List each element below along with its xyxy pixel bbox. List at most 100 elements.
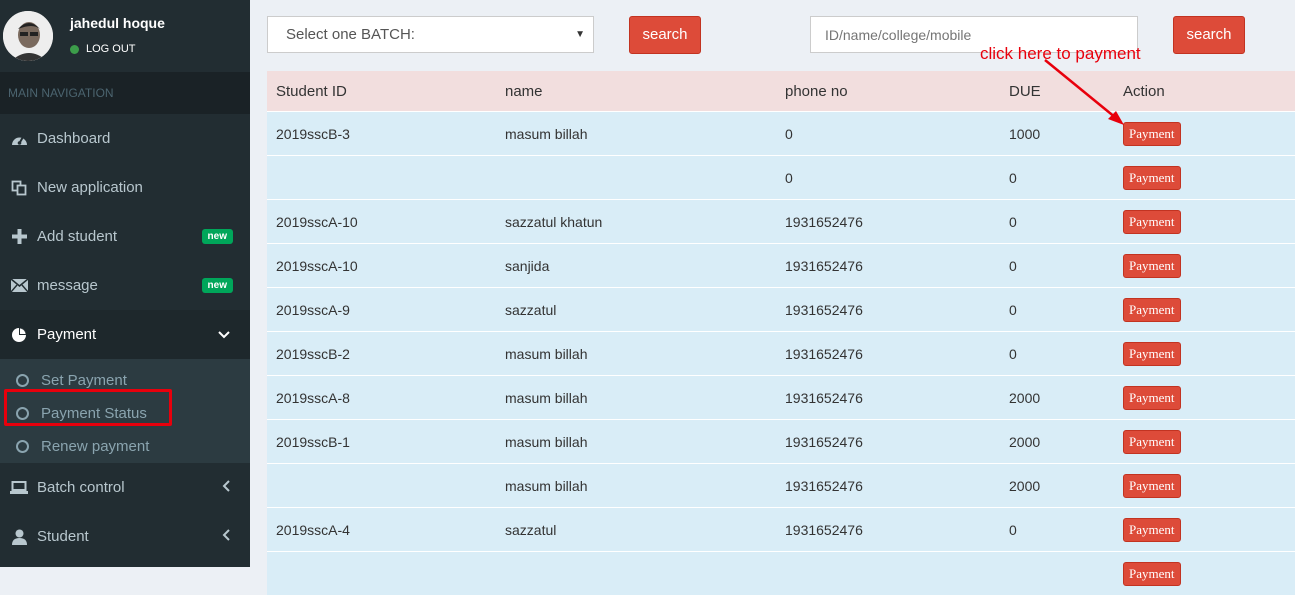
cell-name: sazzatul xyxy=(496,288,776,332)
new-badge: new xyxy=(202,229,233,244)
cell-name: sazzatul xyxy=(496,508,776,552)
dashboard-icon xyxy=(10,132,28,146)
circle-icon xyxy=(16,374,29,387)
batch-search-button[interactable]: search xyxy=(629,16,701,54)
table-row: 2019sscA-4sazzatul19316524760Payment xyxy=(267,508,1295,552)
cell-action: Payment xyxy=(1114,464,1295,508)
subitem-label: Renew payment xyxy=(41,438,149,455)
payment-button[interactable]: Payment xyxy=(1123,430,1181,454)
cell-action: Payment xyxy=(1114,112,1295,156)
sidebar-item-payment[interactable]: Payment xyxy=(0,310,250,359)
sidebar-item-label: message xyxy=(37,277,98,294)
table-row: masum billah19316524762000 Payment xyxy=(267,464,1295,508)
cell-action: Payment xyxy=(1114,332,1295,376)
students-table: Student ID name phone no DUE Action 2019… xyxy=(267,71,1295,595)
cell-action: Payment xyxy=(1114,552,1295,595)
cell-due: 1000 xyxy=(1000,112,1114,156)
cell-due: 2000 xyxy=(1000,376,1114,420)
cell-phone: 1931652476 xyxy=(776,508,1000,552)
cell-phone: 1931652476 xyxy=(776,464,1000,508)
cell-action: Payment xyxy=(1114,156,1295,200)
cell-name: masum billah xyxy=(496,112,776,156)
cell-name: masum billah xyxy=(496,420,776,464)
payment-button[interactable]: Payment xyxy=(1123,298,1181,322)
cell-phone: 1931652476 xyxy=(776,332,1000,376)
table-row: 00 Payment xyxy=(267,156,1295,200)
cell-action: Payment xyxy=(1114,288,1295,332)
cell-name: masum billah xyxy=(496,332,776,376)
payment-button[interactable]: Payment xyxy=(1123,210,1181,234)
sidebar-subitem-renew-payment[interactable]: Renew payment xyxy=(0,430,250,463)
cell-student-id: 2019sscA-8 xyxy=(267,376,496,420)
cell-student-id xyxy=(267,156,496,200)
cell-phone: 0 xyxy=(776,112,1000,156)
cell-name: sazzatul khatun xyxy=(496,200,776,244)
sidebar-item-label: New application xyxy=(37,179,143,196)
table-row: 2019sscB-3masum billah01000 Payment xyxy=(267,112,1295,156)
cell-student-id xyxy=(267,552,496,595)
table-row: 2019sscA-10sanjida19316524760Payment xyxy=(267,244,1295,288)
pie-chart-icon xyxy=(10,327,28,343)
sidebar: jahedul hoque LOG OUT MAIN NAVIGATION Da… xyxy=(0,0,250,567)
cell-student-id xyxy=(267,464,496,508)
online-status-icon xyxy=(70,45,79,54)
user-icon xyxy=(10,529,28,545)
cell-name: masum billah xyxy=(496,376,776,420)
chevron-down-icon xyxy=(218,327,230,342)
payment-button[interactable]: Payment xyxy=(1123,122,1181,146)
header-action: Action xyxy=(1114,71,1295,112)
table-row: 2019sscA-8masum billah19316524762000Paym… xyxy=(267,376,1295,420)
cell-phone xyxy=(776,552,1000,595)
payment-button[interactable]: Payment xyxy=(1123,386,1181,410)
sidebar-item-label: Payment xyxy=(37,326,96,343)
envelope-icon xyxy=(10,279,28,292)
cell-student-id: 2019sscA-9 xyxy=(267,288,496,332)
cell-action: Payment xyxy=(1114,508,1295,552)
sidebar-item-new-application[interactable]: New application xyxy=(0,163,250,212)
payment-button[interactable]: Payment xyxy=(1123,562,1181,586)
caret-down-icon: ▼ xyxy=(575,17,585,52)
sidebar-item-student[interactable]: Student xyxy=(0,512,250,561)
laptop-icon xyxy=(10,481,28,494)
payment-button[interactable]: Payment xyxy=(1123,342,1181,366)
table-row: 2019sscB-1masum billah19316524762000Paym… xyxy=(267,420,1295,464)
user-panel: jahedul hoque LOG OUT xyxy=(0,0,250,72)
sidebar-item-label: Add student xyxy=(37,228,117,245)
cell-phone: 1931652476 xyxy=(776,200,1000,244)
cell-due: 0 xyxy=(1000,200,1114,244)
sidebar-item-label: Dashboard xyxy=(37,130,110,147)
cell-student-id: 2019sscB-3 xyxy=(267,112,496,156)
circle-icon xyxy=(16,440,29,453)
table-row: 2019sscA-10sazzatul khatun19316524760 Pay… xyxy=(267,200,1295,244)
cell-phone: 0 xyxy=(776,156,1000,200)
subitem-label: Set Payment xyxy=(41,372,127,389)
payment-button[interactable]: Payment xyxy=(1123,474,1181,498)
cell-due: 2000 xyxy=(1000,464,1114,508)
cell-phone: 1931652476 xyxy=(776,288,1000,332)
copy-icon xyxy=(10,180,28,196)
sidebar-item-message[interactable]: message new xyxy=(0,261,250,310)
cell-phone: 1931652476 xyxy=(776,244,1000,288)
payment-button[interactable]: Payment xyxy=(1123,166,1181,190)
payment-button[interactable]: Payment xyxy=(1123,254,1181,278)
cell-phone: 1931652476 xyxy=(776,420,1000,464)
sidebar-item-dashboard[interactable]: Dashboard xyxy=(0,114,250,163)
payment-button[interactable]: Payment xyxy=(1123,518,1181,542)
cell-student-id: 2019sscA-10 xyxy=(267,244,496,288)
cell-action: Payment xyxy=(1114,420,1295,464)
cell-student-id: 2019sscA-4 xyxy=(267,508,496,552)
sidebar-item-batch-control[interactable]: Batch control xyxy=(0,463,250,512)
batch-select[interactable]: Select one BATCH: ▼ xyxy=(267,16,594,53)
cell-student-id: 2019sscA-10 xyxy=(267,200,496,244)
sidebar-item-add-student[interactable]: Add student new xyxy=(0,212,250,261)
cell-due: 0 xyxy=(1000,156,1114,200)
text-search-button[interactable]: search xyxy=(1173,16,1245,54)
main-content: Select one BATCH: ▼ search search click … xyxy=(250,0,1295,567)
cell-name: masum billah xyxy=(496,464,776,508)
logout-link[interactable]: LOG OUT xyxy=(70,43,136,55)
cell-action: Payment xyxy=(1114,244,1295,288)
table-row: Payment xyxy=(267,552,1295,595)
annotation-text: click here to payment xyxy=(980,44,1141,64)
header-due: DUE xyxy=(1000,71,1114,112)
chevron-left-icon xyxy=(222,529,230,544)
